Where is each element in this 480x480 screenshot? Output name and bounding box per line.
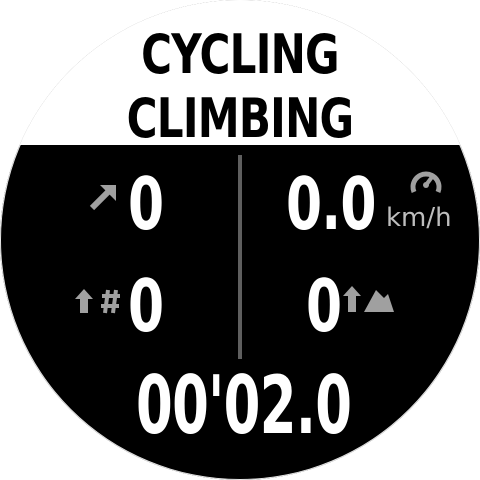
climb-count-value: 0 (128, 264, 165, 348)
watch-face: CYCLING CLIMBING 0 0.0 km/h 0 0 00'02.0 (0, 0, 480, 480)
speed-unit: km/h (386, 203, 452, 233)
climb-peak-icon (342, 284, 396, 314)
speed-value: 0.0 (286, 162, 376, 246)
speedometer-icon (408, 166, 444, 196)
duration-value: 00'02.0 (136, 359, 352, 452)
climb-peaks-value: 0 (306, 264, 343, 348)
sport-mode-header: CYCLING CLIMBING (0, 0, 480, 150)
sport-mode-title-line-2: CLIMBING (126, 87, 354, 150)
ascent-value: 0 (128, 162, 165, 246)
ascent-arrow-icon (88, 182, 118, 212)
climb-count-icon (74, 287, 124, 315)
sport-mode-title-line-1: CYCLING (141, 23, 339, 86)
field-divider (238, 155, 242, 359)
